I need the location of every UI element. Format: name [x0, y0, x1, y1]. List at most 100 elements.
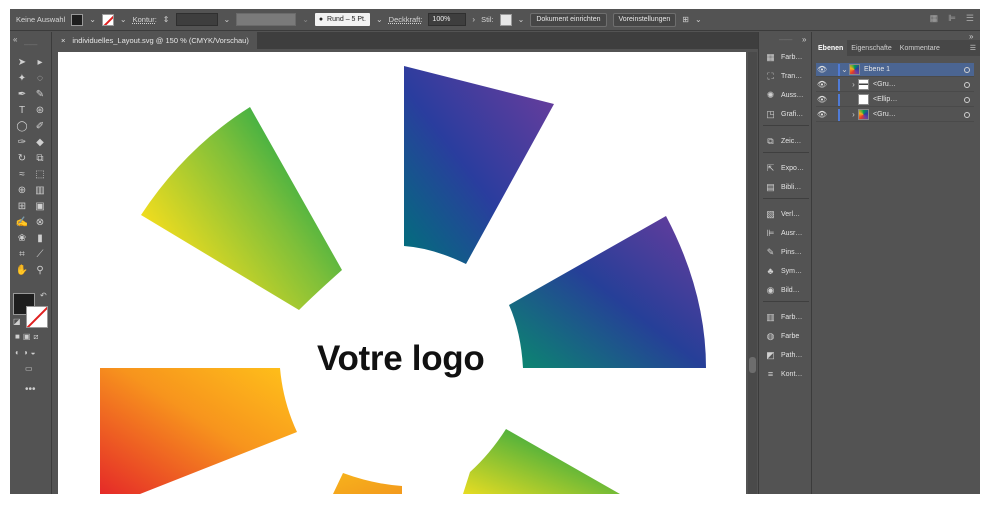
panel-bildnachzeichner[interactable]: ◉ Bild…	[765, 282, 800, 298]
polar-grid-icon[interactable]: ⊛	[32, 102, 48, 118]
layer-name[interactable]: Ebene 1	[864, 66, 890, 73]
kontur-label[interactable]: Kontur:	[133, 15, 157, 24]
visibility-eye-icon[interactable]: 👁	[816, 110, 828, 119]
target-circle-icon[interactable]	[964, 66, 970, 73]
opacity-label[interactable]: Deckkraft:	[389, 15, 423, 24]
panel-farbfelder[interactable]: ▦ Farb…	[765, 49, 802, 65]
fill-swatch[interactable]	[71, 13, 84, 26]
selection-tool-icon[interactable]: ➤	[14, 54, 30, 70]
chevron-down-icon[interactable]: ⌄	[302, 15, 309, 24]
panel-transform[interactable]: ⛶ Tran…	[765, 68, 802, 84]
target-circle-icon[interactable]	[964, 96, 970, 103]
swap-icon[interactable]: ↶	[40, 291, 47, 300]
artboard-tool-icon[interactable]: ⌗	[14, 246, 30, 262]
chevron-down-icon[interactable]: ⌄	[376, 15, 383, 24]
rotate-tool-icon[interactable]: ↻	[14, 150, 30, 166]
stroke-swatch[interactable]	[101, 13, 114, 26]
column-graph-icon[interactable]: ▮	[32, 230, 48, 246]
scroll-thumb[interactable]	[749, 357, 756, 373]
stroke-weight-field[interactable]	[175, 13, 218, 26]
hand-tool-icon[interactable]: ✋	[14, 262, 30, 278]
align-icon[interactable]: ⊫	[948, 13, 956, 24]
panel-verlauf[interactable]: ▧ Verl…	[765, 206, 800, 222]
artboard-canvas[interactable]: Votre logo	[58, 52, 746, 494]
free-transform-icon[interactable]: ⬚	[32, 166, 48, 182]
arrange-documents-icon[interactable]: ▦	[930, 13, 939, 24]
stroke-color-box[interactable]	[26, 306, 48, 328]
shaper-tool-icon[interactable]: ✑	[14, 134, 30, 150]
scale-tool-icon[interactable]: ⧉	[32, 150, 48, 166]
brush-definition[interactable]: ● Rund – 5 Pt.	[314, 13, 370, 26]
zoom-tool-icon[interactable]: ⚲	[32, 262, 48, 278]
chevron-down-icon[interactable]: ⌄	[224, 15, 231, 24]
layer-name[interactable]: <Ellip…	[873, 96, 897, 103]
panel-menu-icon[interactable]: ☰	[966, 13, 974, 24]
shape-builder-icon[interactable]: ⊕	[14, 182, 30, 198]
paintbrush-icon[interactable]: ✐	[32, 118, 48, 134]
curvature-tool-icon[interactable]: ✎	[32, 86, 48, 102]
panel-pinsel[interactable]: ✎ Pins…	[765, 244, 802, 260]
logo-text[interactable]: Votre logo	[317, 339, 497, 379]
lasso-tool-icon[interactable]: ◌	[32, 70, 48, 86]
chevron-down-icon[interactable]: ⌄	[840, 65, 849, 74]
panel-zeichenflaechen[interactable]: ⧉ Zeic…	[765, 133, 801, 149]
collapse-icon[interactable]: «	[13, 35, 17, 44]
visibility-eye-icon[interactable]: 👁	[816, 80, 828, 89]
default-colors-icon[interactable]: ◪	[13, 317, 21, 326]
slice-tool-icon[interactable]: ⟋	[32, 246, 48, 262]
draw-mode-icons[interactable]: ◐◑◒	[15, 348, 39, 357]
close-icon[interactable]: ×	[61, 36, 65, 45]
blend-tool-icon[interactable]: ⊗	[32, 214, 48, 230]
layer-row-group-2[interactable]: 👁 › <Gru…	[816, 108, 974, 122]
mesh-tool-icon[interactable]: ⊞	[14, 198, 30, 214]
screen-mode-icon[interactable]: ▭	[25, 364, 33, 373]
warp-tool-icon[interactable]: ≈	[14, 166, 30, 182]
tab-kommentare[interactable]: Kommentare	[896, 40, 944, 56]
eyedropper-icon[interactable]: ✍	[14, 214, 30, 230]
visibility-eye-icon[interactable]: 👁	[816, 95, 828, 104]
chevron-down-icon[interactable]: ⌄	[120, 15, 127, 24]
symbol-sprayer-icon[interactable]: ❀	[14, 230, 30, 246]
panel-menu-icon[interactable]: ☰	[966, 40, 980, 56]
more-tools-icon[interactable]: •••	[25, 384, 36, 395]
chevron-down-icon[interactable]: ⌄	[89, 15, 96, 24]
panel-ausrichten[interactable]: ⊫ Ausr…	[765, 225, 803, 241]
layer-name[interactable]: <Gru…	[873, 111, 896, 118]
vertical-scrollbar[interactable]	[748, 52, 757, 494]
layer-row-ebene-1[interactable]: 👁 ⌄ Ebene 1	[816, 63, 974, 77]
arrange-icon[interactable]: ⊞	[682, 15, 689, 24]
document-tab[interactable]: × individuelles_Layout.svg @ 150 % (CMYK…	[53, 32, 257, 49]
eraser-icon[interactable]: ◆	[32, 134, 48, 150]
layer-row-group-1[interactable]: 👁 › <Gru…	[816, 78, 974, 92]
logo-artwork[interactable]	[58, 52, 746, 494]
preferences-button[interactable]: Voreinstellungen	[612, 12, 677, 27]
chevron-right-icon[interactable]: ›	[849, 80, 858, 89]
perspective-grid-icon[interactable]: ▥	[32, 182, 48, 198]
panel-export[interactable]: ⇱ Expo…	[765, 160, 804, 176]
panel-bibliotheken[interactable]: ▤ Bibli…	[765, 179, 801, 195]
variable-width-profile[interactable]	[236, 13, 297, 26]
layer-row-ellipse[interactable]: 👁 <Ellip…	[816, 93, 974, 107]
panel-symbole[interactable]: ♣ Sym…	[765, 263, 802, 279]
target-circle-icon[interactable]	[964, 111, 970, 118]
tab-eigenschaften[interactable]: Eigenschafte	[847, 40, 895, 56]
stepper-icon[interactable]: ⇕	[163, 15, 170, 24]
opacity-field[interactable]: 100%	[428, 13, 467, 26]
collapse-icon[interactable]: »	[802, 35, 806, 44]
tab-ebenen[interactable]: Ebenen	[814, 40, 848, 56]
gradient-tool-icon[interactable]: ▣	[32, 198, 48, 214]
panel-aussehen[interactable]: ✺ Auss…	[765, 87, 804, 103]
layer-name[interactable]: <Gru…	[873, 81, 896, 88]
color-mode-icons[interactable]: ■▣⧄	[15, 332, 41, 342]
panel-grafikstile[interactable]: ◳ Grafi…	[765, 106, 803, 122]
chevron-down-icon[interactable]: ⌄	[695, 15, 702, 24]
magic-wand-icon[interactable]: ✦	[14, 70, 30, 86]
fill-stroke-widget[interactable]: ↶ ◪	[13, 291, 49, 329]
visibility-eye-icon[interactable]: 👁	[816, 65, 828, 74]
pen-tool-icon[interactable]: ✒	[14, 86, 30, 102]
panel-kontur[interactable]: ≡ Kont…	[765, 366, 803, 382]
target-circle-icon[interactable]	[964, 81, 970, 88]
chevron-right-icon[interactable]: ›	[849, 110, 858, 119]
document-setup-button[interactable]: Dokument einrichten	[530, 12, 607, 27]
chevron-down-icon[interactable]: ⌄	[518, 15, 525, 24]
